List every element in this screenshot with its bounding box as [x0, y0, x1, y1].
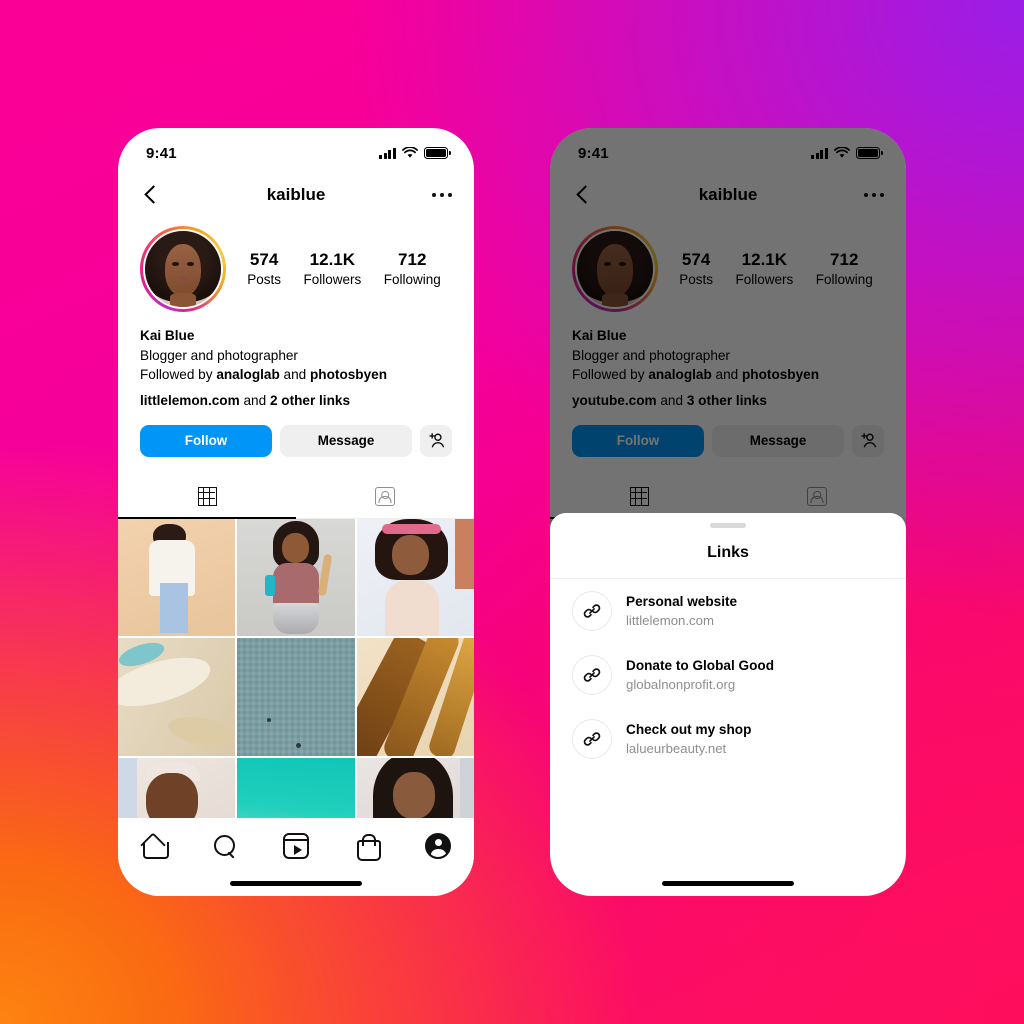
tab-grid[interactable] — [118, 475, 296, 519]
link-icon — [572, 719, 612, 759]
link-title: Check out my shop — [626, 721, 752, 737]
status-bar: 9:41 — [118, 128, 474, 172]
stat-posts-label: Posts — [247, 271, 281, 287]
link-icon — [572, 591, 612, 631]
stat-followers-count: 12.1K — [309, 249, 356, 269]
nav-bar: kaiblue — [118, 172, 474, 218]
nav-home-icon[interactable] — [141, 833, 169, 859]
photo-cell[interactable] — [118, 638, 236, 756]
back-button[interactable] — [140, 184, 162, 206]
nav-search-icon[interactable] — [212, 833, 238, 859]
stat-following[interactable]: 712 Following — [384, 249, 441, 289]
home-indicator — [230, 881, 362, 886]
tab-tagged[interactable] — [296, 475, 474, 518]
link-title: Personal website — [626, 593, 738, 609]
profile-bio: Kai Blue Blogger and photographer Follow… — [118, 312, 474, 411]
bio-links-row[interactable]: littlelemon.com and 2 other links — [140, 391, 452, 411]
status-time: 9:41 — [146, 144, 177, 162]
links-bottom-sheet: Links Personal website littlelemon.com D… — [550, 513, 906, 896]
stat-posts[interactable]: 574 Posts — [247, 249, 281, 289]
bio-primary-link[interactable]: littlelemon.com — [140, 393, 240, 408]
stat-posts-count: 574 — [249, 249, 279, 269]
link-url: littlelemon.com — [626, 613, 714, 629]
profile-stats: 574 Posts 12.1K Followers 712 Following — [226, 249, 452, 289]
bottom-nav-bar — [118, 818, 474, 896]
bio-display-name: Kai Blue — [140, 328, 195, 343]
link-title: Donate to Global Good — [626, 657, 775, 673]
nav-profile-icon[interactable] — [425, 833, 452, 859]
bio-description: Blogger and photographer — [140, 347, 298, 363]
add-person-icon — [428, 433, 444, 448]
avatar[interactable] — [140, 226, 226, 312]
nav-shop-icon[interactable] — [354, 833, 382, 861]
stat-following-label: Following — [383, 271, 441, 287]
stat-followers[interactable]: 12.1K Followers — [303, 249, 361, 289]
page-title: kaiblue — [266, 185, 326, 204]
wifi-icon — [402, 147, 418, 158]
profile-actions: Follow Message — [118, 411, 474, 457]
message-button[interactable]: Message — [280, 424, 412, 457]
phone-mockup-right: 9:41 kaiblue — [550, 128, 906, 896]
screen-left: 9:41 kaiblue 574 Posts 12.1K Followers 7… — [118, 128, 474, 896]
bio-followed-by: Followed by analoglab and photosbyen — [140, 365, 452, 385]
tagged-person-icon — [375, 486, 395, 506]
more-options-button[interactable] — [431, 193, 452, 197]
list-item[interactable]: Donate to Global Good globalnonprofit.or… — [550, 643, 906, 707]
stat-following-count: 712 — [398, 249, 427, 269]
nav-reels-icon[interactable] — [282, 833, 309, 859]
mutual-2[interactable]: photosbyen — [310, 367, 387, 382]
photo-cell[interactable] — [356, 518, 474, 637]
sheet-title: Links — [550, 528, 906, 579]
link-url: lalueurbeauty.net — [626, 741, 727, 757]
mutual-1[interactable]: analoglab — [216, 367, 279, 382]
photo-cell[interactable] — [237, 518, 355, 637]
phone-mockup-left: 9:41 kaiblue 574 Posts 12.1K Followers 7… — [118, 128, 474, 896]
list-item[interactable]: Check out my shop lalueurbeauty.net — [550, 707, 906, 771]
link-icon — [572, 655, 612, 695]
photo-cell[interactable] — [356, 638, 474, 756]
profile-tabs — [118, 475, 474, 519]
followed-by-join: and — [279, 367, 310, 383]
link-url: globalnonprofit.org — [626, 677, 736, 693]
stat-followers-label: Followers — [303, 271, 362, 287]
photo-cell[interactable] — [118, 518, 236, 637]
cellular-signal-icon — [379, 147, 396, 159]
followed-by-prefix: Followed by — [140, 367, 217, 383]
screen-right: 9:41 kaiblue — [550, 128, 906, 896]
list-item[interactable]: Personal website littlelemon.com — [550, 579, 906, 643]
follow-button[interactable]: Follow — [140, 424, 272, 457]
photo-cell[interactable] — [237, 638, 355, 756]
profile-header: 574 Posts 12.1K Followers 712 Following — [118, 218, 474, 312]
add-user-button[interactable] — [420, 424, 452, 457]
battery-icon — [424, 147, 451, 159]
home-indicator — [662, 881, 794, 886]
grid-icon — [197, 486, 217, 506]
status-icons — [379, 147, 451, 159]
bio-more-links[interactable]: 2 other links — [270, 393, 350, 408]
bio-link-join: and — [239, 393, 270, 409]
